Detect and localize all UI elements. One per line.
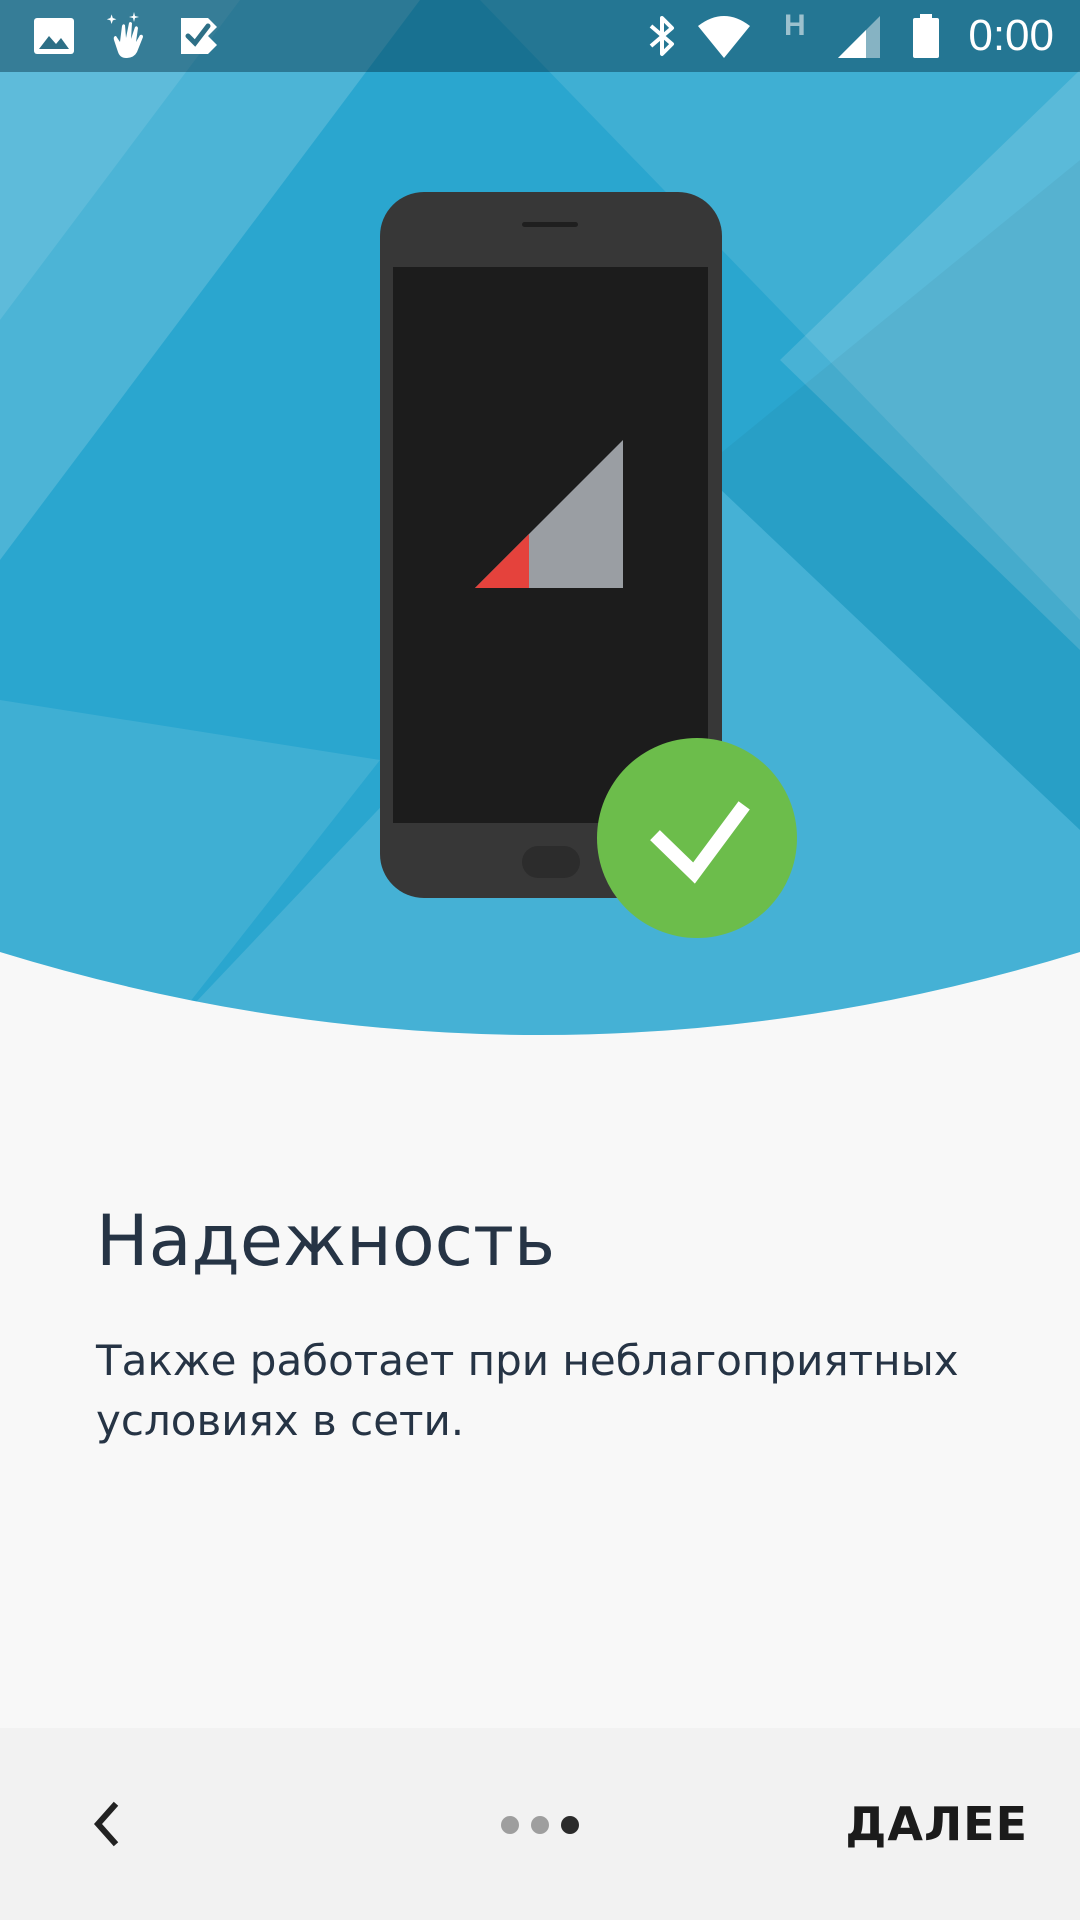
network-type-icon: H bbox=[784, 9, 806, 42]
page-indicator bbox=[500, 1816, 580, 1834]
page-title: Надежность bbox=[96, 1200, 556, 1282]
hero-illustration bbox=[0, 0, 1080, 1040]
gesture-sparkle-icon bbox=[106, 12, 143, 58]
page-indicator-dot bbox=[501, 1816, 519, 1834]
page-indicator-dot bbox=[561, 1816, 579, 1834]
gallery-notification-icon bbox=[34, 18, 74, 54]
wifi-icon bbox=[698, 16, 750, 58]
chevron-left-icon bbox=[93, 1801, 119, 1847]
task-check-icon bbox=[181, 18, 217, 54]
status-bar: H 0:00 bbox=[0, 0, 1080, 72]
onboarding-screen: H 0:00 Надежность Также работает при неб… bbox=[0, 0, 1080, 1920]
page-description: Также работает при неблагоприятных услов… bbox=[96, 1336, 959, 1445]
next-button[interactable]: ДАЛЕЕ bbox=[845, 1788, 1028, 1860]
check-badge-icon bbox=[597, 738, 797, 938]
page-indicator-dot bbox=[531, 1816, 549, 1834]
bluetooth-icon bbox=[649, 16, 674, 56]
cell-signal-icon bbox=[838, 16, 880, 58]
back-button[interactable] bbox=[60, 1778, 152, 1870]
bottom-navigation-bar: ДАЛЕЕ bbox=[0, 1728, 1080, 1920]
battery-icon bbox=[913, 14, 939, 58]
status-clock: 0:00 bbox=[968, 11, 1054, 60]
